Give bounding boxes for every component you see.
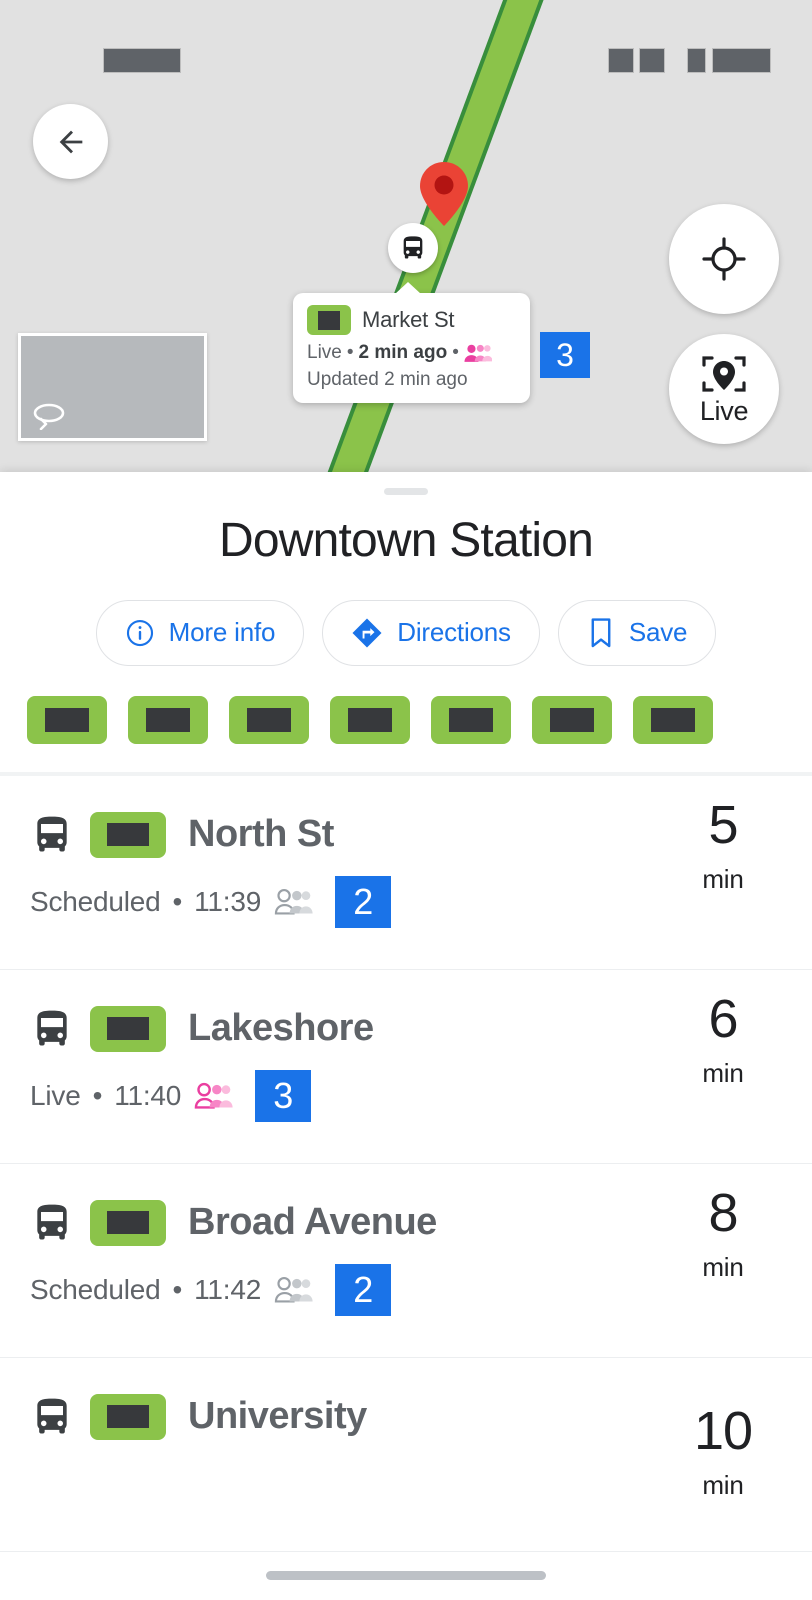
live-view-pin-icon (702, 356, 746, 392)
route-badge-redacted[interactable] (633, 695, 713, 744)
callout-status-line: Live • 2 min ago • (307, 342, 516, 364)
route-badge-redacted (307, 305, 351, 335)
status-bar (0, 0, 812, 96)
callout-title: Market St (362, 307, 455, 332)
departure-row[interactable]: University 10 min (0, 1358, 812, 1552)
departure-row[interactable]: Broad Avenue Scheduled • 11:42 2 8 min (0, 1164, 812, 1358)
bus-icon (37, 816, 67, 852)
my-location-icon (702, 237, 746, 281)
arrow-left-icon (59, 130, 82, 153)
back-button[interactable] (33, 104, 108, 179)
route-badge-redacted (90, 1199, 166, 1246)
departure-eta: 6 min (668, 992, 778, 1089)
departure-crowd-level-chip: 3 (255, 1069, 312, 1122)
action-chip-row: More info Directions Save (0, 599, 812, 666)
departure-crowd-level-chip: 2 (335, 875, 392, 928)
info-circle-icon (126, 619, 153, 646)
bus-icon (403, 236, 423, 259)
departure-separator: • (92, 1079, 103, 1111)
status-bar-right-indicator-3 (687, 48, 706, 73)
departure-eta-value: 10 (693, 1400, 753, 1461)
home-indicator (266, 1571, 546, 1580)
bus-icon (37, 1398, 67, 1434)
departure-eta: 10 min (668, 1404, 778, 1501)
save-button[interactable]: Save (557, 599, 717, 666)
save-label: Save (628, 617, 688, 648)
transit-station-screen: Market St Live • 2 min ago • Updated 2 m… (0, 0, 812, 1600)
departure-eta: 5 min (668, 798, 778, 895)
status-bar-right-indicator-2 (639, 48, 665, 73)
route-badge-redacted[interactable] (330, 695, 410, 744)
departure-destination: North St (188, 813, 334, 856)
status-bar-right-indicator-1 (608, 48, 634, 73)
departure-row[interactable]: North St Scheduled • 11:39 2 5 min (0, 776, 812, 970)
my-location-button[interactable] (669, 204, 779, 314)
departure-eta-value: 6 (708, 988, 738, 1049)
route-badge-redacted[interactable] (532, 695, 612, 744)
street-view-thumbnail[interactable] (18, 333, 207, 441)
departure-eta-unit: min (702, 863, 744, 894)
status-bar-left-indicator (103, 48, 181, 73)
departure-destination: Broad Avenue (188, 1201, 437, 1244)
map-canvas[interactable]: Market St Live • 2 min ago • Updated 2 m… (0, 0, 812, 472)
departure-status: Scheduled (30, 885, 161, 917)
departure-separator: • (172, 1273, 183, 1305)
map-vehicle-callout[interactable]: Market St Live • 2 min ago • Updated 2 m… (293, 282, 530, 403)
crowding-pink-icon (194, 1082, 233, 1109)
bookmark-icon (591, 618, 611, 648)
route-badge-redacted[interactable] (229, 695, 309, 744)
route-badge-redacted[interactable] (431, 695, 511, 744)
callout-updated: Updated 2 min ago (307, 369, 468, 390)
departure-eta-value: 8 (708, 1182, 738, 1243)
more-info-button[interactable]: More info (95, 599, 305, 666)
route-badge-strip[interactable] (0, 695, 812, 744)
departure-eta-unit: min (702, 1251, 744, 1282)
page-title: Downtown Station (218, 514, 594, 567)
departure-separator: • (172, 885, 183, 917)
callout-elapsed: 2 min ago (358, 342, 448, 363)
route-badge-redacted (90, 1393, 166, 1440)
departure-destination: University (188, 1395, 367, 1438)
crowding-gray-icon (275, 888, 313, 915)
crowding-pink-icon (464, 344, 492, 362)
directions-button[interactable]: Directions (322, 599, 540, 666)
route-badge-redacted (90, 1005, 166, 1052)
bus-icon (37, 1010, 67, 1046)
vehicle-marker[interactable] (388, 223, 438, 273)
departure-eta: 8 min (668, 1186, 778, 1283)
place-bottom-sheet: Downtown Station More info Directions Sa… (0, 472, 812, 1600)
callout-header: Market St (307, 305, 516, 335)
departure-eta-value: 5 (708, 794, 738, 855)
departure-status: Scheduled (30, 1273, 161, 1305)
departure-status: Live (30, 1079, 81, 1111)
departure-crowd-level-chip: 2 (335, 1263, 392, 1316)
map-pin-icon (420, 162, 468, 226)
departure-time: 11:40 (114, 1079, 182, 1111)
route-badge-redacted[interactable] (128, 695, 208, 744)
callout-crowd-level-chip: 3 (540, 332, 590, 378)
route-badge-redacted (90, 811, 166, 858)
route-badge-redacted[interactable] (27, 695, 107, 744)
departure-eta-unit: min (702, 1057, 744, 1088)
status-bar-right-indicator-4 (712, 48, 771, 73)
bus-icon (37, 1204, 67, 1240)
live-view-button[interactable]: Live (669, 334, 779, 444)
rotate-360-icon (33, 403, 65, 430)
callout-status: Live (307, 342, 342, 363)
live-view-label: Live (699, 396, 749, 426)
callout-separator-1: • (346, 342, 354, 363)
departure-eta-unit: min (702, 1469, 744, 1500)
more-info-label: More info (168, 617, 276, 648)
departure-row[interactable]: Lakeshore Live • 11:40 3 6 min (0, 970, 812, 1164)
crowding-gray-icon (275, 1276, 313, 1303)
departure-time: 11:39 (194, 885, 262, 917)
departure-time: 11:42 (194, 1273, 262, 1305)
directions-diamond-icon (352, 618, 382, 648)
directions-label: Directions (397, 617, 511, 648)
departure-destination: Lakeshore (188, 1007, 374, 1050)
sheet-drag-handle[interactable] (384, 488, 428, 495)
callout-separator-2: • (452, 342, 459, 363)
